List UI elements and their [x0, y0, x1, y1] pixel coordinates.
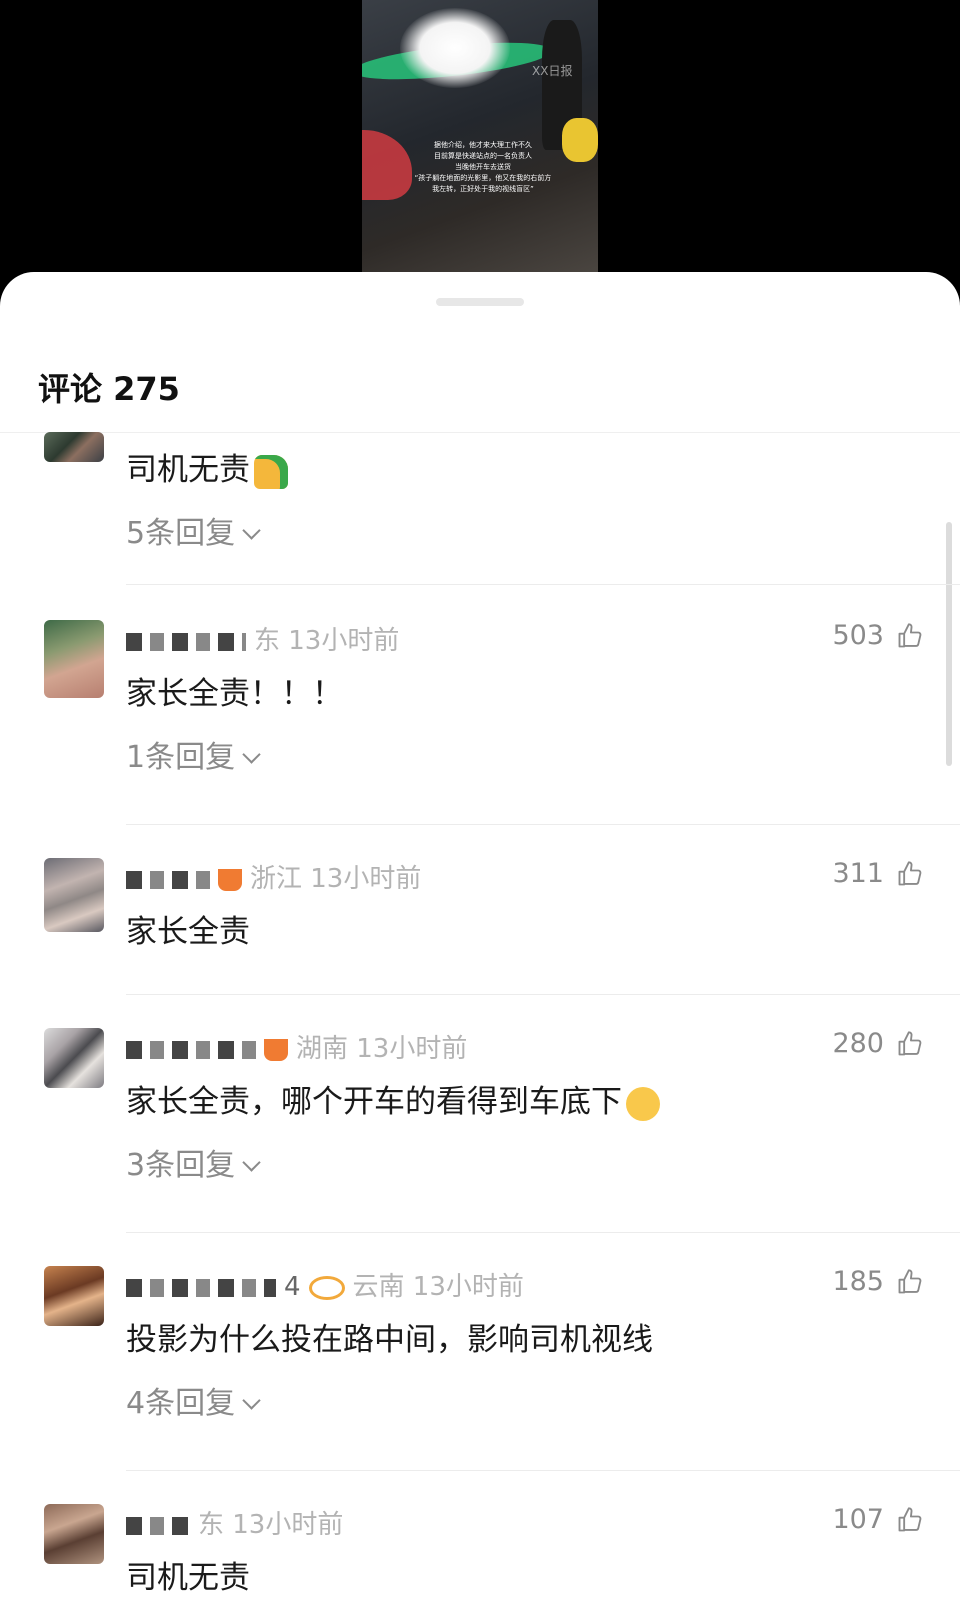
like-count: 503: [832, 620, 884, 651]
comment-meta: 湖南 13小时前: [126, 1028, 467, 1065]
comment-text-content: 家长全责，哪个开车的看得到车底下: [126, 1084, 622, 1120]
chevron-down-icon: [242, 1391, 261, 1410]
caption-line: 目前算是快递站点的一名负责人: [434, 152, 532, 160]
video-caption: 据他介绍，他才来大理工作不久 目前算是快递站点的一名负责人 当晚他开车去送货 “…: [398, 140, 568, 195]
username-mosaic[interactable]: [126, 870, 210, 889]
comment-divider: [126, 584, 960, 585]
video-watermark: XX日报: [532, 64, 573, 78]
video-area: XX日报 据他介绍，他才来大理工作不久 目前算是快递站点的一名负责人 当晚他开车…: [0, 0, 960, 300]
caption-line: “孩子躺在地面的光影里，他又在我的右前方: [414, 174, 552, 182]
badge-icon: [218, 868, 242, 891]
thumbs-up-outline-icon: [898, 1506, 922, 1531]
avatar[interactable]: [44, 1504, 104, 1564]
laughing-crying-icon: [626, 1086, 660, 1121]
comment-text: 投影为什么投在路中间，影响司机视线: [126, 1322, 653, 1358]
replies-count: 4条回复: [126, 1386, 236, 1421]
like-count: 107: [832, 1504, 884, 1535]
badge-icon: [264, 1038, 288, 1061]
comment-meta: 东 13小时前: [126, 620, 399, 657]
location-time: 浙江 13小时前: [250, 864, 422, 894]
drag-handle[interactable]: [436, 298, 524, 306]
avatar[interactable]: [44, 432, 104, 462]
comment-divider: [126, 1470, 960, 1471]
comment-meta: 4 云南 13小时前: [126, 1266, 524, 1303]
avatar[interactable]: [44, 858, 104, 932]
comment-sheet: 评论 275 司机无责 5条回复 东 13小时前 503 家长全责！！！ 1条回…: [0, 272, 960, 1614]
video-thumbnail[interactable]: XX日报 据他介绍，他才来大理工作不久 目前算是快递站点的一名负责人 当晚他开车…: [362, 0, 598, 272]
comment-text: 司机无责: [126, 444, 288, 489]
comment-text: 司机无责: [126, 1560, 250, 1596]
comment-text: 家长全责！！！: [126, 676, 343, 712]
thumbs-up-outline-icon: [898, 1268, 922, 1293]
header-divider: [0, 432, 960, 433]
comments-title: 评论 275: [38, 370, 180, 408]
caption-line: 据他介绍，他才来大理工作不久: [434, 141, 532, 149]
like-count: 311: [832, 858, 884, 889]
replies-count: 5条回复: [126, 516, 236, 551]
username-mosaic[interactable]: [126, 1278, 276, 1297]
comment-text: 家长全责: [126, 914, 250, 950]
comment-divider: [126, 824, 960, 825]
caption-line: 当晚他开车去送货: [455, 163, 511, 171]
comment-divider: [126, 994, 960, 995]
chevron-down-icon: [242, 1153, 261, 1172]
username-mosaic[interactable]: [126, 632, 246, 651]
location-time: 湖南 13小时前: [296, 1034, 468, 1064]
video-blur-mask: [400, 8, 510, 88]
replies-toggle[interactable]: 1条回复: [126, 732, 261, 776]
location-time: 东 13小时前: [254, 626, 400, 656]
like-button[interactable]: 107: [832, 1504, 924, 1535]
caption-line: 我左转，正好处于我的视线盲区”: [432, 185, 534, 193]
comment-text: 家长全责，哪个开车的看得到车底下: [126, 1076, 660, 1121]
replies-toggle[interactable]: 3条回复: [126, 1140, 261, 1184]
comment-meta: 浙江 13小时前: [126, 858, 421, 895]
replies-count: 3条回复: [126, 1148, 236, 1183]
like-count: 280: [832, 1028, 884, 1059]
location-time: 云南 13小时前: [352, 1272, 524, 1302]
like-button[interactable]: 503: [832, 620, 924, 651]
thumbs-up-outline-icon: [898, 622, 922, 647]
replies-count: 1条回复: [126, 740, 236, 775]
avatar[interactable]: [44, 1028, 104, 1088]
thumbs-up-outline-icon: [898, 860, 922, 885]
username-mosaic[interactable]: [126, 1516, 190, 1535]
comment-text-content: 司机无责: [126, 452, 250, 488]
thumbs-up-icon: [254, 454, 288, 489]
replies-toggle[interactable]: 5条回复: [126, 508, 261, 552]
butterfly-badge-icon: [308, 1275, 345, 1300]
chevron-down-icon: [242, 521, 261, 540]
like-button[interactable]: 311: [832, 858, 924, 889]
username-suffix: 4: [284, 1272, 301, 1302]
like-button[interactable]: 185: [832, 1266, 924, 1297]
comment-divider: [126, 1232, 960, 1233]
like-count: 185: [832, 1266, 884, 1297]
chevron-down-icon: [242, 745, 261, 764]
avatar[interactable]: [44, 620, 104, 698]
scrollbar[interactable]: [946, 522, 952, 766]
avatar[interactable]: [44, 1266, 104, 1326]
location-time: 东 13小时前: [198, 1510, 344, 1540]
comment-meta: 东 13小时前: [126, 1504, 343, 1541]
username-mosaic[interactable]: [126, 1040, 256, 1059]
thumbs-up-outline-icon: [898, 1030, 922, 1055]
like-button[interactable]: 280: [832, 1028, 924, 1059]
replies-toggle[interactable]: 4条回复: [126, 1378, 261, 1422]
